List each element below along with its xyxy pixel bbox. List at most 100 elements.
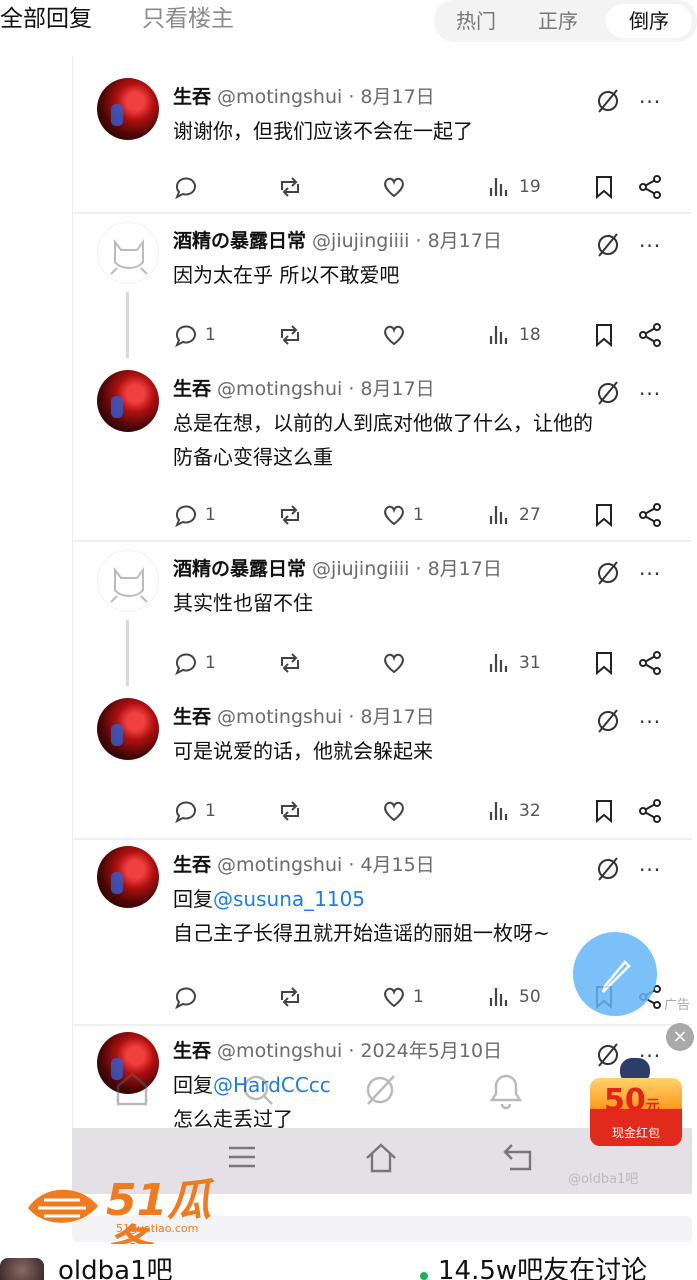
grok-icon[interactable] (595, 232, 621, 258)
tieba-watermark: @oldba1吧 (568, 1172, 639, 1187)
author-name[interactable]: 生吞 (173, 706, 211, 728)
share-button[interactable] (637, 320, 663, 350)
retweet-icon (281, 801, 299, 821)
views-button[interactable]: 50 (487, 982, 541, 1012)
retweet-button[interactable] (277, 982, 303, 1012)
retweet-button[interactable] (277, 648, 303, 678)
grok-icon[interactable] (595, 88, 621, 114)
reply-button[interactable] (173, 982, 199, 1012)
close-ad-button[interactable]: × (666, 1023, 694, 1051)
tweet-divider (73, 212, 692, 214)
thread-line (126, 620, 129, 686)
grok-icon[interactable] (595, 560, 621, 586)
reply-button[interactable]: 1 (173, 648, 216, 678)
share-icon (639, 799, 661, 823)
likes-count: 1 (413, 505, 424, 525)
like-button[interactable]: 1 (381, 500, 424, 530)
author-handle[interactable]: @motingshui (211, 86, 348, 108)
grok-icon[interactable] (595, 856, 621, 882)
views-button[interactable]: 18 (487, 320, 541, 350)
nav-home-icon[interactable] (364, 1142, 398, 1174)
more-options-icon[interactable]: ··· (639, 860, 661, 880)
avatar[interactable] (97, 550, 159, 612)
author-handle[interactable]: @motingshui (211, 854, 348, 876)
avatar[interactable] (97, 698, 159, 760)
views-button[interactable]: 27 (487, 500, 541, 530)
menu-icon[interactable] (227, 1142, 257, 1172)
like-button[interactable] (381, 172, 407, 202)
bookmark-button[interactable] (591, 320, 617, 350)
more-options-icon[interactable]: ··· (639, 384, 661, 404)
sort-hot-button[interactable]: 热门 (444, 4, 508, 38)
author-name[interactable]: 生吞 (173, 854, 211, 876)
retweet-button[interactable] (277, 320, 303, 350)
like-button[interactable]: 1 (381, 982, 424, 1012)
retweet-button[interactable] (277, 500, 303, 530)
more-options-icon[interactable]: ··· (639, 236, 661, 256)
page: 全部回复 只看楼主 热门 正序 倒序 生吞 @motingshui · 8月17… (0, 0, 697, 1280)
avatar[interactable] (97, 370, 159, 432)
reply-button[interactable]: 1 (173, 796, 216, 826)
more-options-icon[interactable]: ··· (639, 712, 661, 732)
bookmark-button[interactable] (591, 500, 617, 530)
avatar[interactable] (97, 846, 159, 908)
compose-button[interactable] (573, 932, 657, 1016)
red-packet-ad[interactable]: 50元 现金红包 (590, 1058, 682, 1146)
avatar[interactable] (97, 78, 159, 140)
heart-icon (384, 987, 404, 1008)
share-button[interactable] (637, 172, 663, 202)
grok-icon[interactable] (595, 380, 621, 406)
views-button[interactable]: 32 (487, 796, 541, 826)
retweet-icon (281, 177, 299, 197)
bookmark-button[interactable] (591, 796, 617, 826)
sort-desc-button[interactable]: 倒序 (606, 4, 692, 38)
forum-name[interactable]: oldba1吧 (58, 1256, 173, 1280)
views-count: 27 (519, 505, 541, 525)
tweet-line: 谢谢你，但我们应该不会在一起了 (173, 119, 473, 143)
tab-op-only[interactable]: 只看楼主 (142, 4, 234, 34)
reply-button[interactable] (173, 172, 199, 202)
views-button[interactable]: 31 (487, 648, 541, 678)
author-handle[interactable]: @jiujingiiii (306, 230, 415, 252)
views-button[interactable]: 19 (487, 172, 541, 202)
back-icon[interactable] (502, 1142, 534, 1172)
tweet-text: 总是在想，以前的人到底对他做了什么，让他的 防备心变得这么重 (173, 406, 593, 474)
avatar[interactable] (97, 222, 159, 284)
more-options-icon[interactable]: ··· (639, 92, 661, 112)
author-handle[interactable]: @motingshui (211, 706, 348, 728)
author-name[interactable]: 生吞 (173, 378, 211, 400)
author-handle[interactable]: @motingshui (211, 378, 348, 400)
retweet-button[interactable] (277, 796, 303, 826)
author-name[interactable]: 生吞 (173, 86, 211, 108)
author-name[interactable]: 酒精の暴露日常 (173, 230, 306, 252)
author-handle[interactable]: @jiujingiiii (306, 558, 415, 580)
reply-button[interactable]: 1 (173, 320, 216, 350)
author-name[interactable]: 生吞 (173, 1040, 211, 1062)
tweet-header: 酒精の暴露日常 @jiujingiiii · 8月17日 (173, 228, 502, 254)
like-button[interactable] (381, 796, 407, 826)
retweet-button[interactable] (277, 172, 303, 202)
retweet-icon (281, 325, 299, 345)
bar-chart-icon (489, 178, 508, 196)
bookmark-button[interactable] (591, 648, 617, 678)
share-button[interactable] (637, 500, 663, 530)
tweet-text: 回复@susuna_1105 自己主子长得丑就开始造谣的丽姐一枚呀~ (173, 882, 550, 950)
tweet-date: · 8月17日 (415, 558, 502, 580)
author-handle[interactable]: @motingshui (211, 1040, 348, 1062)
author-name[interactable]: 酒精の暴露日常 (173, 558, 306, 580)
mention-link[interactable]: @susuna_1105 (213, 887, 365, 911)
reply-button[interactable]: 1 (173, 500, 216, 530)
replies-count: 1 (205, 505, 216, 525)
grok-icon[interactable] (595, 708, 621, 734)
bookmark-button[interactable] (591, 172, 617, 202)
forum-bar[interactable]: oldba1吧 14.5w吧友在讨论 (0, 1244, 697, 1280)
share-button[interactable] (637, 796, 663, 826)
like-button[interactable] (381, 648, 407, 678)
more-options-icon[interactable]: ··· (639, 564, 661, 584)
sort-asc-button[interactable]: 正序 (526, 4, 590, 38)
tab-all-replies[interactable]: 全部回复 (0, 4, 92, 34)
like-button[interactable] (381, 320, 407, 350)
share-button[interactable] (637, 648, 663, 678)
share-icon (639, 651, 661, 675)
retweet-icon (281, 653, 299, 673)
